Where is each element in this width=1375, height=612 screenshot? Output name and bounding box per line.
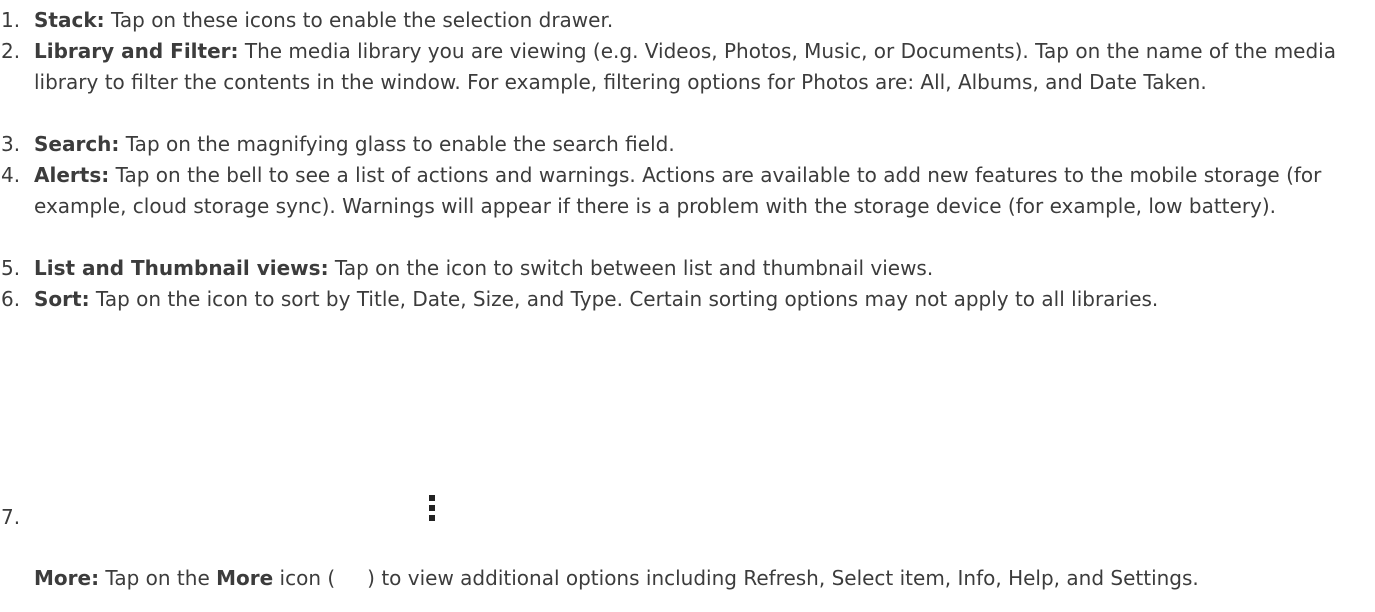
item-term: More: (34, 566, 100, 590)
item-body: Alerts: Tap on the bell to see a list of… (34, 160, 1364, 222)
item-description-end: ) to view additional options including R… (367, 566, 1199, 590)
item-term: List and Thumbnail views: (34, 256, 329, 280)
item-number: 7. (1, 505, 21, 529)
item-number: 1. (1, 8, 21, 32)
more-vertical-icon (429, 495, 435, 521)
item-description-icon-open: icon ( (273, 566, 336, 590)
item-body: Sort: Tap on the icon to sort by Title, … (34, 284, 1364, 315)
item-number: 6. (1, 287, 21, 311)
item-term: Search: (34, 132, 120, 156)
item-number: 2. (1, 39, 21, 63)
item-description: Tap on the magnifying glass to enable th… (119, 132, 675, 156)
item-term: Library and Filter: (34, 39, 239, 63)
item-body: Library and Filter: The media library yo… (34, 36, 1364, 98)
item-description-start: Tap on the (99, 566, 217, 590)
item-number: 5. (1, 256, 21, 280)
item-term: Sort: (34, 287, 90, 311)
item-number: 3. (1, 132, 21, 156)
item-body: More: Tap on the More icon ( ) to view ad… (34, 563, 1364, 594)
item-body: List and Thumbnail views: Tap on the ico… (34, 253, 1364, 284)
item-body: Stack: Tap on these icons to enable the … (34, 5, 1364, 36)
item-term: Alerts: (34, 163, 110, 187)
item-number: 4. (1, 163, 21, 187)
item-term: Stack: (34, 8, 105, 32)
item-description: Tap on the icon to switch between list a… (328, 256, 934, 280)
item-body: Search: Tap on the magnifying glass to e… (34, 129, 1364, 160)
item-description: Tap on the bell to see a list of actions… (34, 163, 1322, 218)
item-description: Tap on these icons to enable the selecti… (104, 8, 614, 32)
item-description: Tap on the icon to sort by Title, Date, … (89, 287, 1159, 311)
more-inline-term: More (216, 566, 274, 590)
